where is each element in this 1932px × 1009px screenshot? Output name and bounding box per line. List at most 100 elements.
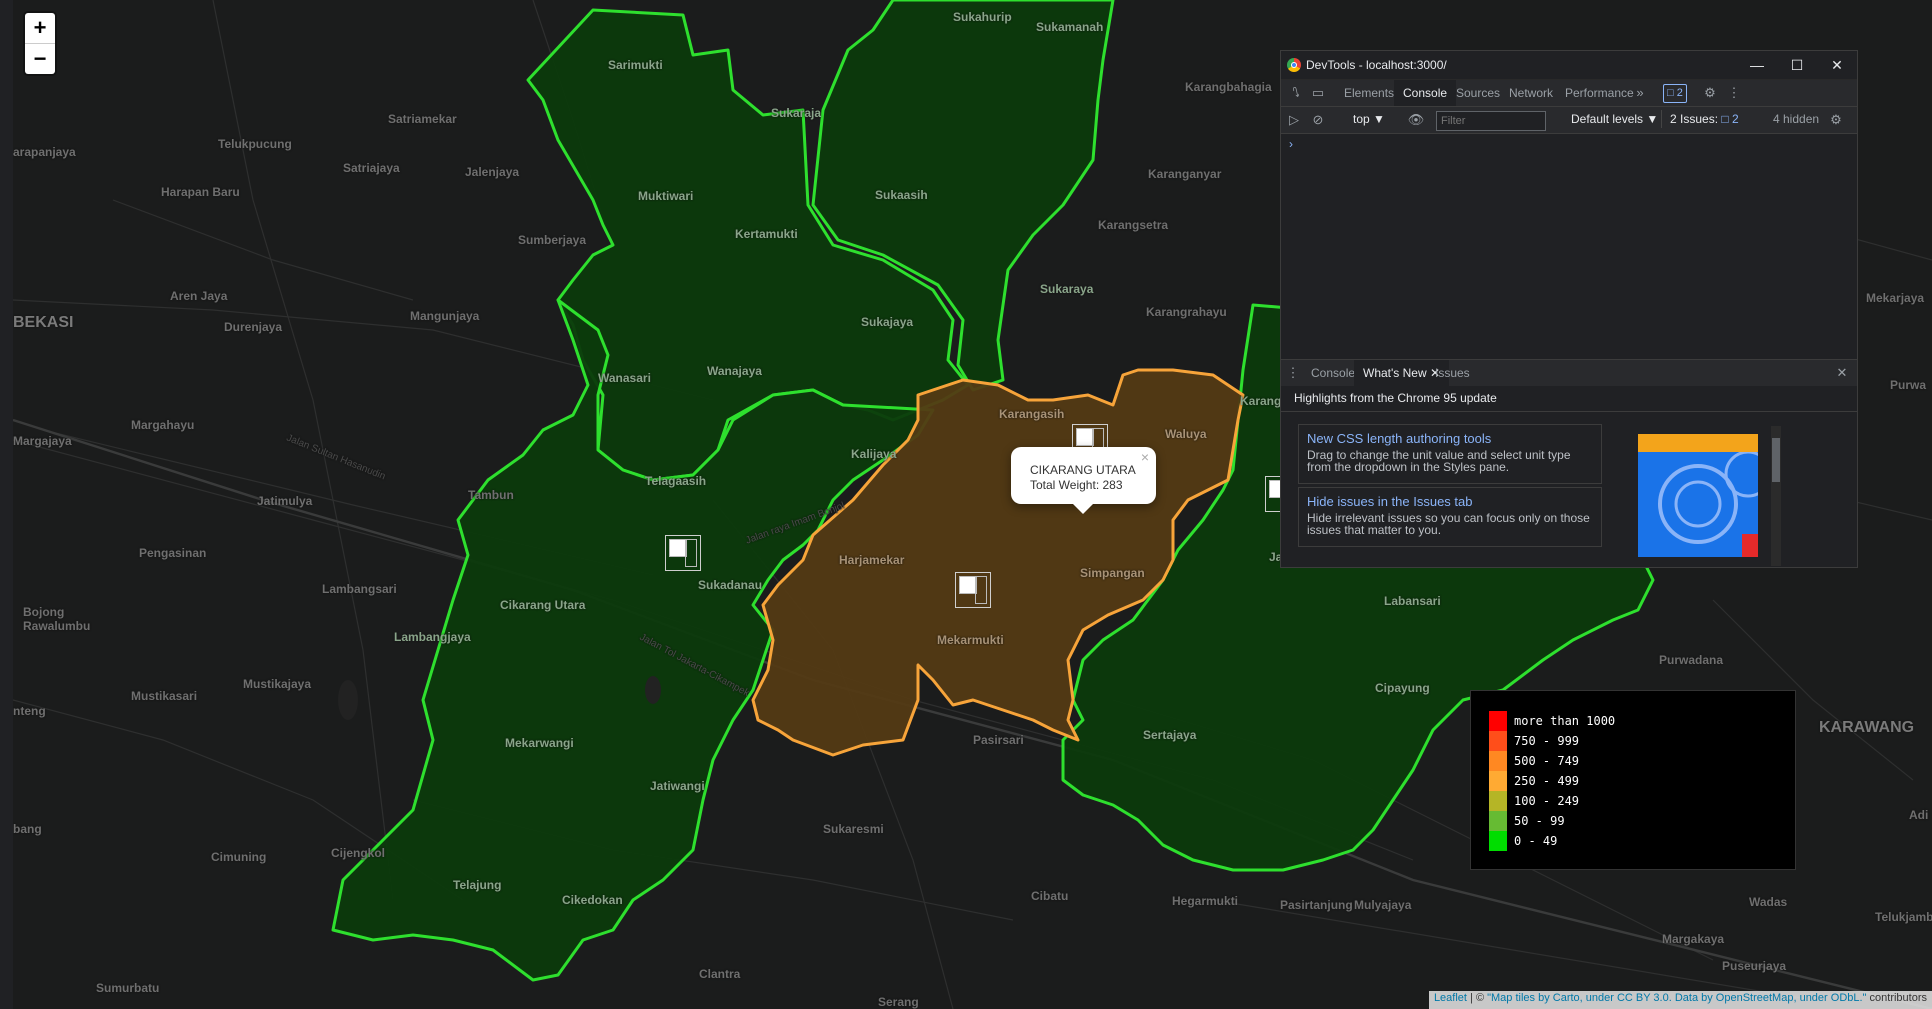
map-label: Margahayu: [131, 418, 195, 432]
log-levels-dropdown[interactable]: Default levels ▼: [1571, 112, 1658, 126]
feature-card-title[interactable]: Hide issues in the Issues tab: [1307, 494, 1472, 509]
feature-card[interactable]: Hide issues in the Issues tab Hide irrel…: [1298, 487, 1602, 547]
map-label: Mekarwangi: [505, 736, 574, 750]
map-label: Harapan Baru: [161, 185, 240, 199]
drawer-tab-whats-new-label: What's New: [1363, 366, 1427, 380]
map-label: Satriajaya: [343, 161, 400, 175]
devtools-titlebar[interactable]: DevTools - localhost:3000/ — ☐ ✕: [1281, 51, 1857, 80]
kebab-menu-icon[interactable]: ⋮: [1725, 84, 1743, 102]
map-label: Cipayung: [1375, 681, 1430, 695]
map-label: Sukaraja: [771, 106, 822, 120]
map-label: Kertamukti: [735, 227, 798, 241]
feature-card-title[interactable]: New CSS length authoring tools: [1307, 431, 1491, 446]
hidden-messages-count: 4 hidden: [1773, 112, 1820, 126]
map-label: Sukaraya: [1040, 282, 1094, 296]
drawer-menu-icon[interactable]: ⋮: [1284, 364, 1302, 382]
map-label: Jalenjaya: [465, 165, 520, 179]
close-drawer-icon[interactable]: ✕: [1833, 364, 1851, 382]
map-label: Mulyajaya: [1354, 898, 1412, 912]
feature-card[interactable]: New CSS length authoring tools Drag to c…: [1298, 424, 1602, 484]
map-label: Sukajaya: [861, 315, 914, 329]
legend-swatch: [1489, 731, 1507, 751]
map-label: Puseurjaya: [1722, 959, 1787, 973]
legend-label: 0 - 49: [1514, 834, 1558, 848]
map-label: Karang: [1240, 394, 1282, 408]
map-label: Karanganyar: [1148, 167, 1222, 181]
map-label: Sukamanah: [1036, 20, 1104, 34]
map-label: Sertajaya: [1143, 728, 1197, 742]
console-output[interactable]: ›: [1281, 134, 1857, 358]
map-label: Sukaasih: [875, 188, 928, 202]
device-toolbar-icon[interactable]: ▭: [1309, 84, 1327, 102]
map-label: Mekarjaya: [1866, 291, 1925, 305]
map-label: Mangunjaya: [410, 309, 480, 323]
devtools-title: DevTools - localhost:3000/: [1306, 58, 1447, 72]
close-window-icon[interactable]: ✕: [1817, 54, 1857, 76]
map-label: arapanjaya: [13, 145, 76, 159]
map-label: Sumberjaya: [518, 233, 587, 247]
settings-gear-icon[interactable]: ⚙: [1701, 84, 1719, 102]
broken-marker-icon[interactable]: [955, 572, 991, 608]
legend-label: 100 - 249: [1514, 794, 1580, 808]
carto-attribution-link[interactable]: "Map tiles by Carto, under CC BY 3.0. Da…: [1487, 992, 1866, 1004]
tab-performance[interactable]: Performance: [1556, 80, 1643, 106]
zoom-control: + −: [25, 13, 55, 74]
tab-network[interactable]: Network: [1500, 80, 1562, 106]
zoom-out-button[interactable]: −: [25, 44, 55, 74]
map-label: Lambangsari: [322, 582, 397, 596]
scrollbar-thumb[interactable]: [1772, 438, 1780, 482]
map-label: Kalijaya: [851, 447, 897, 461]
drawer-scrollbar[interactable]: [1771, 426, 1781, 566]
map-label: Serang: [878, 995, 919, 1009]
map-label: Wanajaya: [707, 364, 762, 378]
whats-new-panel: Highlights from the Chrome 95 update New…: [1281, 386, 1857, 567]
map-label: Jatimulya: [257, 494, 313, 508]
map-label: Pasirsari: [973, 733, 1024, 747]
live-expression-eye-icon[interactable]: 👁: [1407, 111, 1425, 129]
issues-badge: □ 2: [1721, 112, 1739, 126]
minimize-icon[interactable]: —: [1737, 54, 1777, 76]
sidebar-toggle-icon[interactable]: ▷: [1285, 111, 1303, 129]
chrome-95-thumbnail: [1638, 434, 1758, 557]
chrome-icon: [1287, 58, 1301, 72]
clear-console-icon[interactable]: ⊘: [1309, 111, 1327, 129]
popup-close-icon[interactable]: ×: [1141, 449, 1149, 465]
map-label: Sarimukti: [608, 58, 663, 72]
legend-swatch: [1489, 711, 1507, 731]
map-label: Sukaresmi: [823, 822, 884, 836]
console-filter-input[interactable]: [1436, 111, 1546, 131]
map-label: Telajung: [453, 878, 502, 892]
map-label: Mustikajaya: [243, 677, 312, 691]
whats-new-heading: Highlights from the Chrome 95 update: [1294, 391, 1497, 405]
console-prompt[interactable]: ›: [1289, 137, 1293, 151]
map-label: Sukahurip: [953, 10, 1012, 24]
devtools-window: DevTools - localhost:3000/ — ☐ ✕ ⭛ ▭ Ele…: [1280, 50, 1858, 568]
zoom-in-button[interactable]: +: [25, 13, 55, 44]
leaflet-link[interactable]: Leaflet: [1434, 992, 1467, 1004]
drawer-tabs: ⋮ Console What's New ✕ Issues ✕: [1281, 359, 1857, 387]
map-label: Sukadanau: [698, 578, 763, 592]
map-legend: more than 1000 750 - 999 500 - 749 250 - 49…: [1470, 690, 1796, 870]
map-label: Karangasih: [999, 407, 1065, 421]
drawer-tab-issues[interactable]: Issues: [1426, 360, 1479, 386]
maximize-icon[interactable]: ☐: [1777, 54, 1817, 76]
inspect-element-icon[interactable]: ⭛: [1287, 84, 1305, 102]
map-label: Karangbahagia: [1185, 80, 1272, 94]
broken-marker-icon[interactable]: [665, 535, 701, 571]
tab-elements[interactable]: Elements: [1335, 80, 1403, 106]
map-label: Pasirtanjung: [1280, 898, 1353, 912]
map-label: Adi: [1909, 808, 1929, 822]
map-label: Telagaasih: [645, 474, 707, 488]
console-settings-gear-icon[interactable]: ⚙: [1827, 111, 1845, 129]
district-popup: CIKARANG UTARA Total Weight: 283 ×: [1011, 447, 1156, 514]
map-label: Lambangjaya: [394, 630, 471, 644]
map-label: Pengasinan: [139, 546, 207, 560]
devtools-main-tabs: ⭛ ▭ Elements Console Sources Network Per…: [1281, 80, 1857, 107]
map-attribution: Leaflet | © "Map tiles by Carto, under C…: [1428, 991, 1932, 1009]
issues-counter[interactable]: 2 Issues: □ 2: [1661, 110, 1739, 128]
more-tabs-icon[interactable]: »: [1631, 84, 1649, 102]
issues-label: 2 Issues:: [1670, 112, 1719, 126]
messages-badge[interactable]: □ 2: [1663, 84, 1687, 103]
map-label: Purwadana: [1659, 653, 1724, 667]
context-selector[interactable]: top ▼: [1353, 112, 1385, 126]
